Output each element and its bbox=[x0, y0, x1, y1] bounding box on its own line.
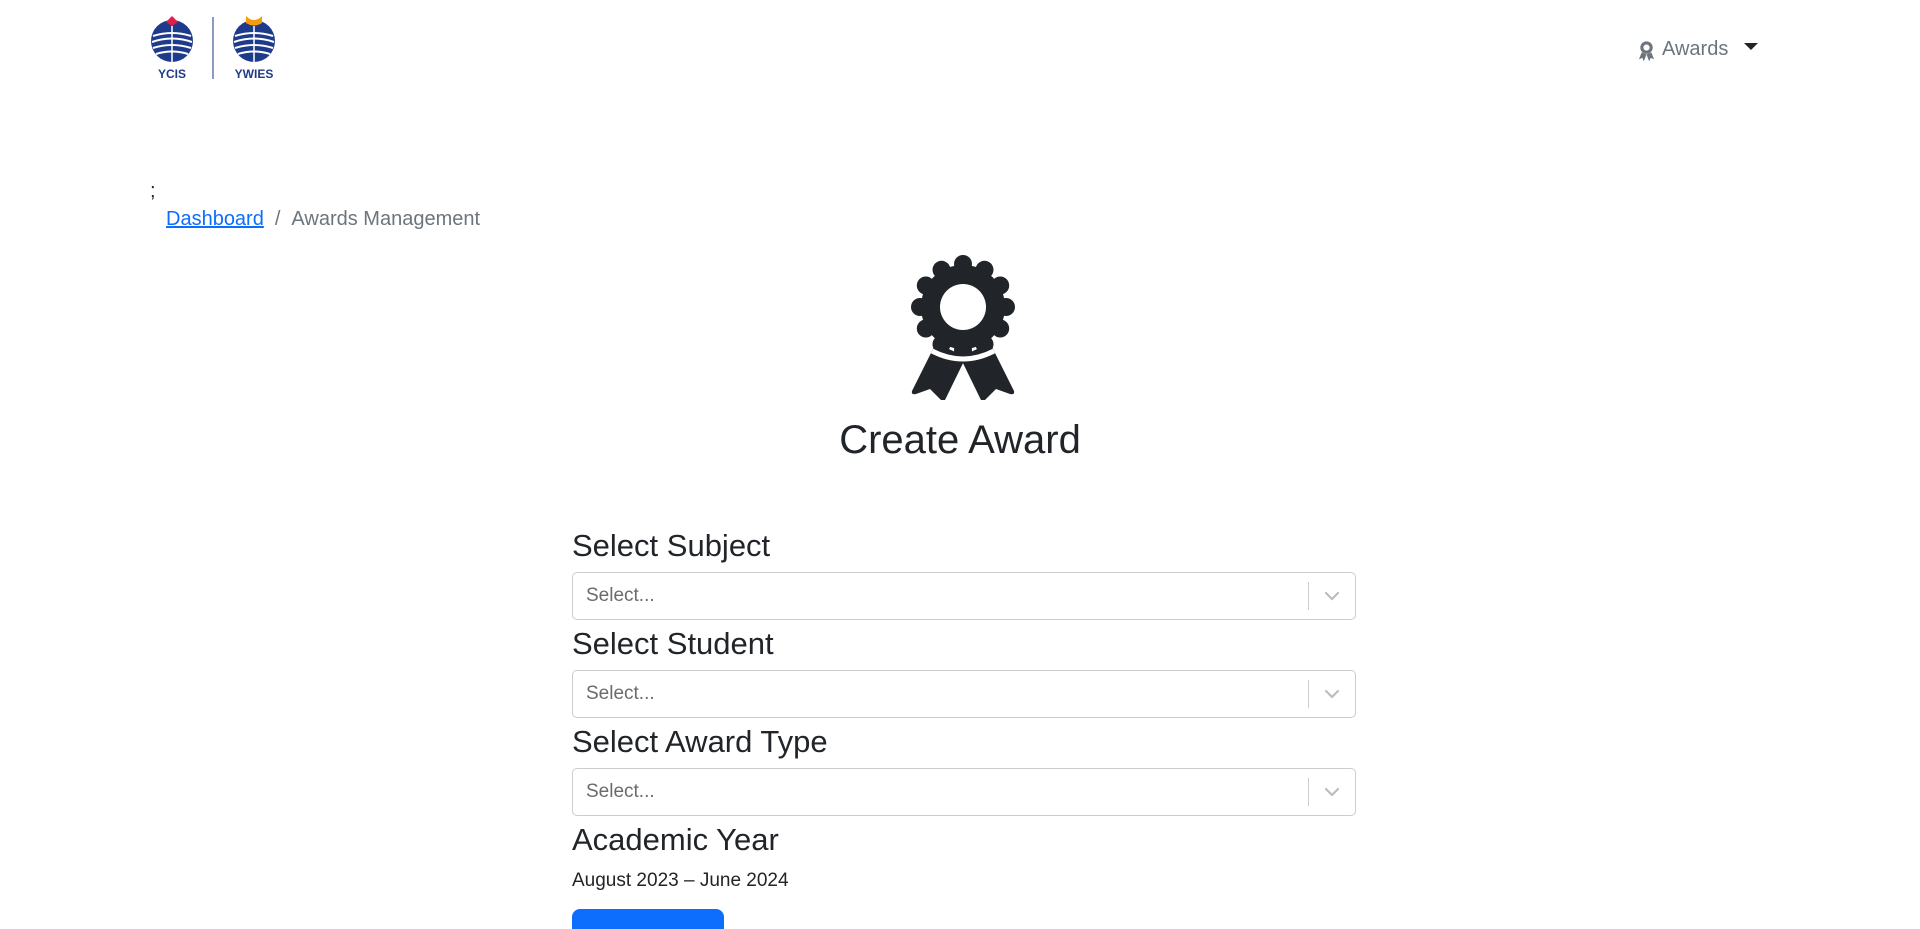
award-type-select[interactable]: Select... bbox=[572, 768, 1356, 816]
chevron-down-icon[interactable] bbox=[1309, 671, 1355, 717]
award-icon bbox=[1638, 41, 1655, 62]
academic-year-value: August 2023 – June 2024 bbox=[572, 870, 789, 891]
breadcrumb-dashboard-link[interactable]: Dashboard bbox=[166, 208, 264, 231]
student-select[interactable]: Select... bbox=[572, 670, 1356, 718]
subject-label: Select Subject bbox=[572, 528, 771, 563]
ywies-logo-text: YWIES bbox=[235, 67, 274, 81]
subject-select-placeholder: Select... bbox=[586, 585, 655, 606]
awards-menu-label: Awards bbox=[1662, 37, 1729, 60]
award-ribbon-icon bbox=[911, 255, 1015, 400]
awards-dropdown-toggle[interactable]: Awards bbox=[1638, 32, 1759, 66]
award-type-label: Select Award Type bbox=[572, 724, 828, 759]
submit-button[interactable] bbox=[572, 909, 724, 929]
breadcrumb: Dashboard / Awards Management bbox=[166, 208, 480, 231]
ycis-logo-text: YCIS bbox=[158, 67, 186, 81]
create-award-form: Select Subject Select... Select Student … bbox=[572, 524, 1356, 892]
stray-text: ; bbox=[150, 180, 156, 202]
award-type-select-placeholder: Select... bbox=[586, 781, 655, 802]
subject-select[interactable]: Select... bbox=[572, 572, 1356, 620]
school-logos[interactable]: YCIS YWIES bbox=[150, 14, 280, 82]
breadcrumb-separator: / bbox=[274, 208, 281, 230]
breadcrumb-current: Awards Management bbox=[291, 208, 481, 230]
student-label: Select Student bbox=[572, 626, 774, 661]
page-title: Create Award bbox=[839, 418, 1081, 462]
chevron-down-icon[interactable] bbox=[1309, 769, 1355, 815]
ycis-ywies-logo: YCIS YWIES bbox=[151, 16, 275, 81]
chevron-down-icon[interactable] bbox=[1309, 573, 1355, 619]
student-select-placeholder: Select... bbox=[586, 683, 655, 704]
top-navbar: YCIS YWIES Awards bbox=[0, 0, 1920, 100]
caret-down-icon bbox=[1744, 42, 1759, 50]
academic-year-label: Academic Year bbox=[572, 822, 779, 857]
